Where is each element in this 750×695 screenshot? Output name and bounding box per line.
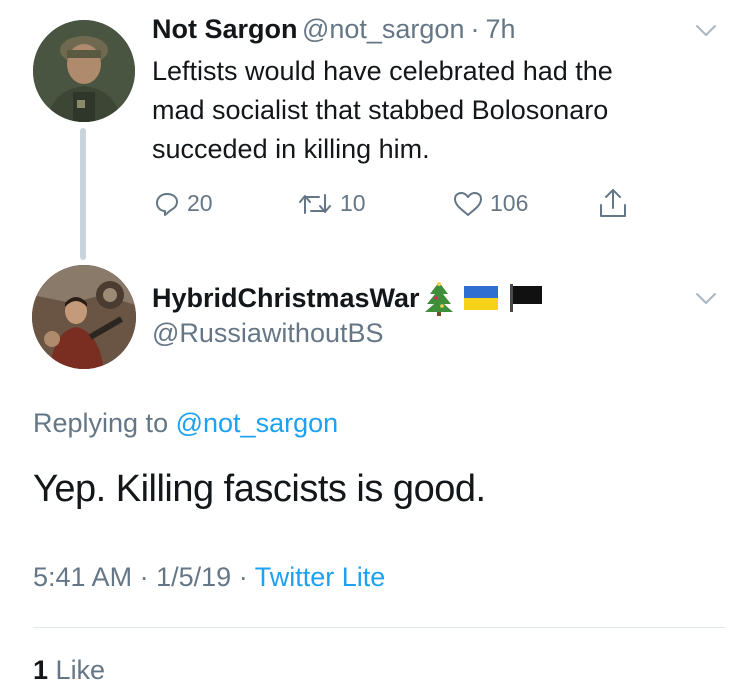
likes-count: 1 (33, 655, 49, 685)
avatar-image (33, 20, 135, 122)
handle[interactable]: @not_sargon (302, 14, 465, 44)
reply-icon (156, 192, 178, 216)
tweet-text-line: Leftists would have celebrated had the (152, 56, 613, 86)
likes-label: Like (55, 655, 106, 685)
retweet-button[interactable]: 10 (297, 190, 366, 217)
reply-tweet-text: Yep. Killing fascists is good. (33, 468, 486, 510)
reply-count: 20 (187, 190, 213, 216)
parent-tweet-header: Not Sargon @not_sargon · 7h (152, 14, 516, 45)
replying-to: Replying to @not_sargon (33, 408, 338, 439)
black-flag-icon (509, 284, 542, 312)
like-count: 106 (490, 190, 529, 216)
christmas-tree-icon (424, 282, 453, 316)
display-name[interactable]: HybridChristmasWar (152, 283, 420, 314)
chevron-down-icon[interactable] (695, 24, 717, 43)
likes-summary[interactable]: 1 Like (33, 655, 105, 686)
separator-dot: · (238, 562, 248, 592)
tweet-time[interactable]: 5:41 AM (33, 562, 132, 592)
avatar-hybridchristmaswar[interactable] (32, 265, 136, 369)
tweet-date[interactable]: 1/5/19 (156, 562, 231, 592)
avatar-image (32, 265, 136, 369)
reply-tweet-header: HybridChristmasWar (152, 280, 544, 316)
divider (33, 627, 725, 628)
share-button[interactable] (598, 187, 628, 219)
share-icon (600, 189, 626, 217)
parent-tweet-text: Leftists would have celebrated had the m… (152, 52, 712, 169)
ukraine-flag-icon (463, 286, 498, 310)
thread-connector-line (80, 128, 86, 260)
separator-dot: · (139, 562, 149, 592)
tweet-source-link[interactable]: Twitter Lite (255, 562, 386, 592)
display-name[interactable]: Not Sargon (152, 14, 298, 44)
tweet-time[interactable]: 7h (485, 14, 515, 44)
separator-dot: · (470, 14, 480, 44)
reply-button[interactable]: 20 (154, 190, 213, 217)
handle[interactable]: @RussiawithoutBS (152, 318, 384, 348)
replying-to-handle-link[interactable]: @not_sargon (176, 408, 339, 438)
tweet-text-line: mad socialist that stabbed Bolosonaro (152, 95, 609, 125)
retweet-count: 10 (340, 190, 366, 216)
like-button[interactable]: 106 (453, 190, 528, 217)
avatar-not-sargon[interactable] (33, 20, 135, 122)
chevron-down-icon[interactable] (695, 292, 717, 311)
tweet-metadata: 5:41 AM · 1/5/19 · Twitter Lite (33, 562, 385, 593)
replying-to-label: Replying to (33, 408, 169, 438)
tweet-text-line: succeded in killing him. (152, 134, 430, 164)
retweet-icon (299, 193, 331, 214)
heart-icon (454, 191, 482, 216)
reply-handle-row: @RussiawithoutBS (152, 318, 384, 349)
